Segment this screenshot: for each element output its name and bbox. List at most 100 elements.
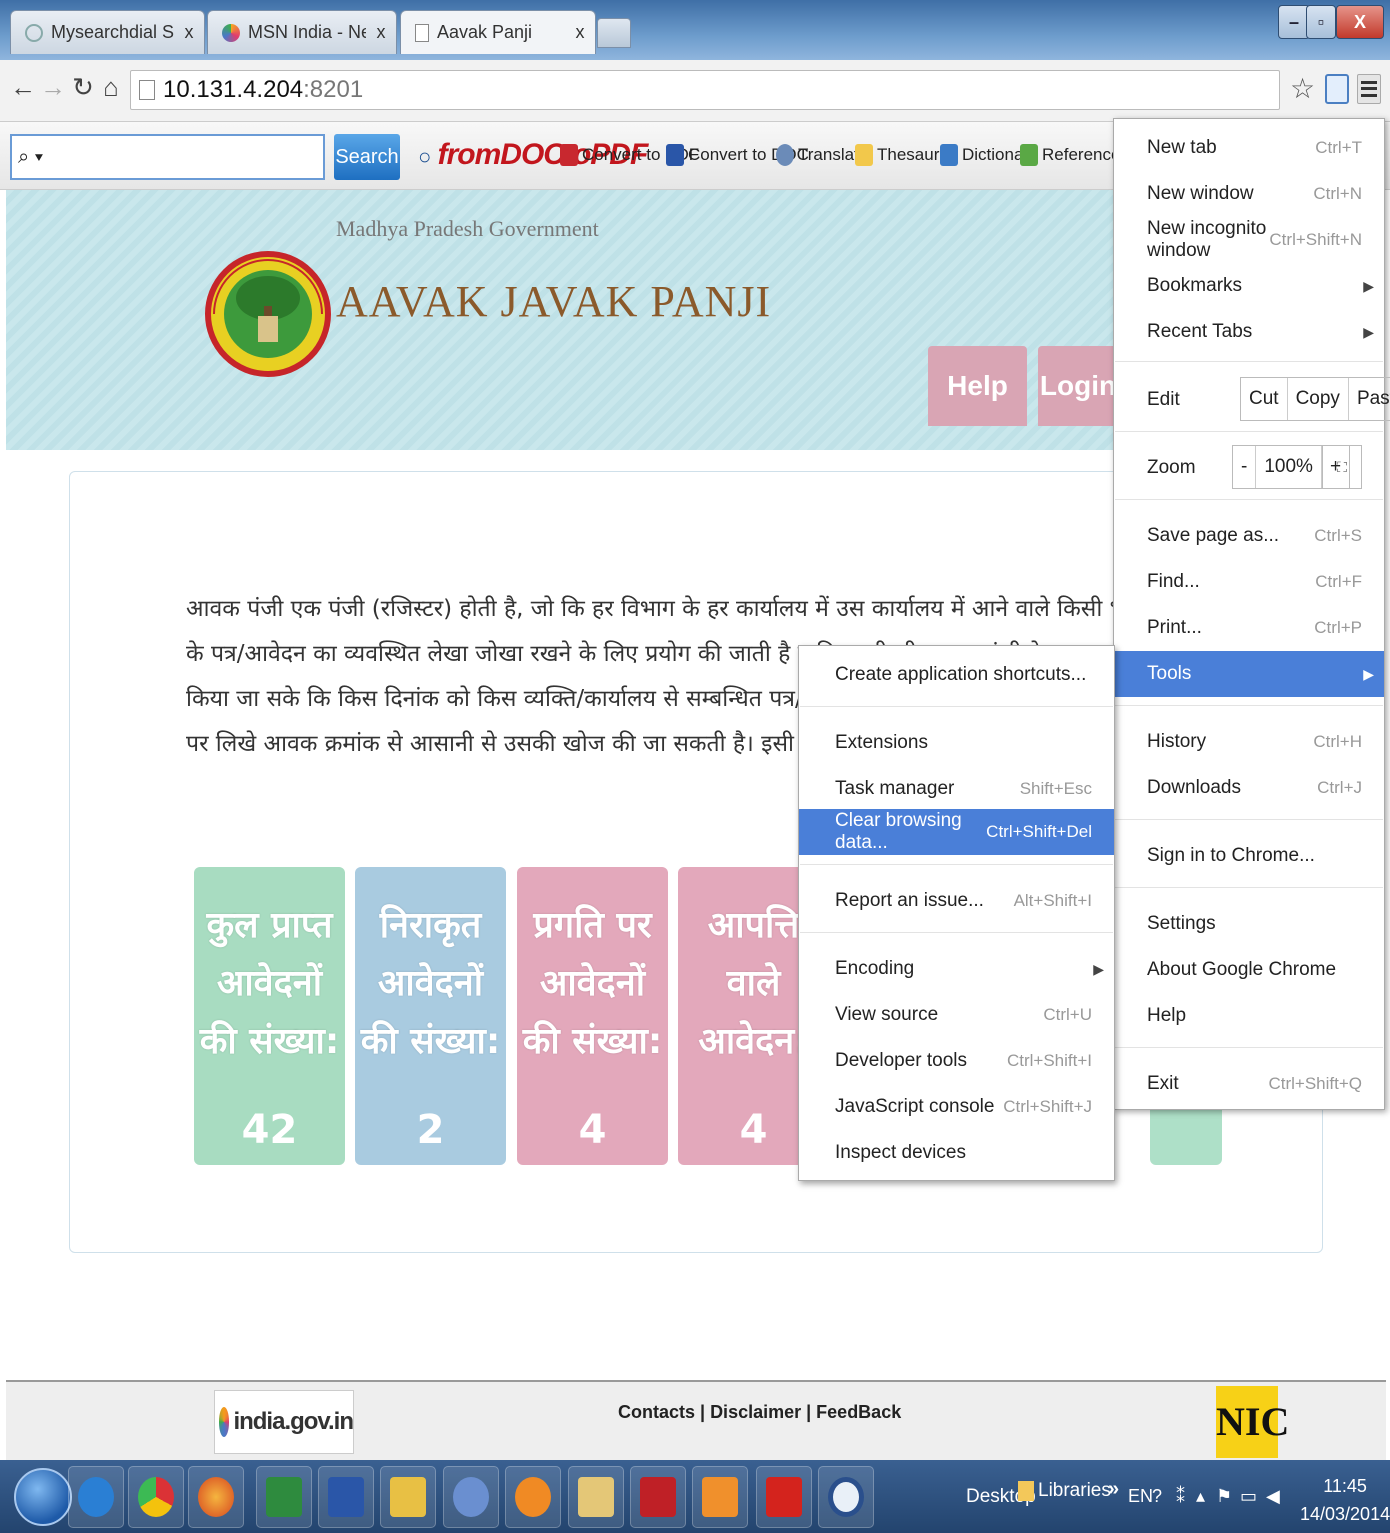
pdf-icon [560, 144, 578, 166]
menu-label: Task manager [835, 778, 955, 799]
menu-shortcut: Ctrl+Shift+Q [1268, 1074, 1362, 1093]
menu-tools[interactable]: Tools ▶ [1114, 651, 1384, 697]
menu-label: View source [835, 1004, 939, 1025]
close-tab-icon[interactable]: x [565, 22, 595, 43]
contacts-link[interactable]: Contacts [618, 1402, 695, 1422]
libraries-label: Libraries [1038, 1480, 1111, 1501]
tab-aavak-panji[interactable]: Aavak Panji x [400, 10, 596, 54]
volume-icon[interactable]: ◀ [1266, 1486, 1280, 1507]
card-label: प्रगति पर आवेदनों की संख्या: [522, 905, 663, 1062]
bookmark-star-icon[interactable]: ☆ [1290, 72, 1315, 105]
menu-encoding[interactable]: Encoding ▶ [799, 946, 1114, 992]
reference-button[interactable]: Reference [1020, 144, 1120, 166]
copy-button[interactable]: Copy [1286, 378, 1348, 420]
cut-button[interactable]: Cut [1241, 378, 1287, 420]
reload-icon[interactable]: ↻ [68, 72, 98, 103]
resolved-applications-card[interactable]: निराकृत आवेदनों की संख्या: 2 [355, 867, 506, 1165]
zoom-out-button[interactable]: - [1233, 446, 1255, 488]
chrome-main-menu: New tab Ctrl+T New window Ctrl+N New incog… [1113, 118, 1390, 1110]
fullscreen-icon[interactable]: ⛶ [1322, 445, 1362, 489]
login-button[interactable]: Login [1038, 346, 1118, 426]
menu-about-chrome[interactable]: About Google Chrome [1114, 947, 1384, 993]
feedback-link[interactable]: FeedBack [816, 1402, 901, 1422]
action-center-flag-icon[interactable]: ⚑ [1216, 1486, 1232, 1507]
menu-recent-tabs[interactable]: Recent Tabs ▶ [1114, 309, 1384, 355]
menu-report-issue[interactable]: Report an issue... Alt+Shift+I [799, 878, 1114, 924]
nic-logo[interactable]: NIC [1216, 1386, 1289, 1458]
menu-new-tab[interactable]: New tab Ctrl+T [1114, 125, 1384, 171]
total-applications-card[interactable]: कुल प्राप्त आवेदनों की संख्या: 42 [194, 867, 345, 1165]
menu-label: Settings [1147, 913, 1216, 934]
menu-extensions[interactable]: Extensions [799, 720, 1114, 766]
language-indicator[interactable]: EN [1128, 1486, 1153, 1507]
search-input[interactable]: ⌕ ▾ [10, 134, 325, 180]
back-arrow-icon[interactable]: ← [8, 72, 38, 103]
new-tab-button[interactable] [597, 18, 631, 48]
help-tray-icon[interactable]: ? [1152, 1486, 1162, 1507]
search-app-icon[interactable] [818, 1466, 874, 1528]
menu-find[interactable]: Find... Ctrl+F [1114, 559, 1384, 605]
tray-icon[interactable]: ⁑ [1176, 1486, 1185, 1507]
tab-msn[interactable]: MSN India - News, Cricket x [207, 10, 397, 54]
start-button[interactable] [14, 1468, 72, 1526]
toolbar-chevron-icon[interactable]: » [1108, 1478, 1119, 1501]
link-separator: | [695, 1402, 711, 1422]
show-hidden-icons-icon[interactable]: ▴ [1196, 1486, 1205, 1507]
app-icon[interactable] [443, 1466, 499, 1528]
acrobat-icon[interactable] [756, 1466, 812, 1528]
internet-explorer-icon[interactable] [68, 1466, 124, 1528]
menu-create-app-shortcuts[interactable]: Create application shortcuts... [799, 652, 1114, 698]
menu-exit[interactable]: Exit Ctrl+Shift+Q [1114, 1061, 1384, 1107]
network-icon[interactable]: ▭ [1240, 1486, 1257, 1507]
home-icon[interactable]: ⌂ [96, 72, 126, 103]
extension-icon[interactable] [1325, 74, 1349, 104]
menu-print[interactable]: Print... Ctrl+P [1114, 605, 1384, 651]
menu-settings[interactable]: Settings [1114, 901, 1384, 947]
close-window-button[interactable]: X [1336, 5, 1384, 39]
menu-help[interactable]: Help [1114, 993, 1384, 1039]
forward-arrow-icon[interactable]: → [38, 72, 68, 103]
maximize-button[interactable]: ▫ [1306, 5, 1336, 39]
menu-sign-in[interactable]: Sign in to Chrome... [1114, 833, 1384, 879]
close-tab-icon[interactable]: x [174, 22, 204, 43]
india-gov-logo[interactable]: india.gov.in [214, 1390, 354, 1454]
firefox-icon[interactable] [188, 1466, 244, 1528]
disclaimer-link[interactable]: Disclaimer [710, 1402, 801, 1422]
search-button[interactable]: Search [334, 134, 400, 180]
tab-mysearchdial[interactable]: Mysearchdial Search x [10, 10, 205, 54]
menu-separator [800, 864, 1113, 865]
libraries-toolbar[interactable]: Libraries [1018, 1480, 1111, 1502]
menu-history[interactable]: History Ctrl+H [1114, 719, 1384, 765]
menu-clear-browsing-data[interactable]: Clear browsing data... Ctrl+Shift+Del [799, 809, 1114, 855]
paste-button[interactable]: Paste [1347, 378, 1390, 420]
menu-separator [1115, 819, 1383, 820]
search-icon [25, 23, 43, 42]
clock[interactable]: 11:45 14/03/2014 [1300, 1472, 1390, 1528]
menu-label: Clear browsing data... [835, 810, 962, 853]
submenu-arrow-icon: ▶ [1363, 277, 1374, 294]
menu-javascript-console[interactable]: JavaScript console Ctrl+Shift+J [799, 1084, 1114, 1130]
media-player-icon[interactable] [692, 1466, 748, 1528]
close-tab-icon[interactable]: x [366, 22, 396, 43]
menu-downloads[interactable]: Downloads Ctrl+J [1114, 765, 1384, 811]
menu-new-incognito-window[interactable]: New incognito window Ctrl+Shift+N [1114, 217, 1384, 263]
chrome-icon[interactable] [128, 1466, 184, 1528]
menu-developer-tools[interactable]: Developer tools Ctrl+Shift+I [799, 1038, 1114, 1084]
file-manager-icon[interactable] [568, 1466, 624, 1528]
app-icon-orange[interactable] [505, 1466, 561, 1528]
in-progress-applications-card[interactable]: प्रगति पर आवेदनों की संख्या: 4 [517, 867, 668, 1165]
chrome-menu-icon[interactable] [1357, 74, 1381, 104]
menu-save-page[interactable]: Save page as... Ctrl+S [1114, 513, 1384, 559]
menu-new-window[interactable]: New window Ctrl+N [1114, 171, 1384, 217]
address-bar[interactable]: 10.131.4.204:8201 [130, 70, 1280, 110]
menu-task-manager[interactable]: Task manager Shift+Esc [799, 766, 1114, 812]
excel-icon[interactable] [256, 1466, 312, 1528]
tools-app-icon[interactable] [380, 1466, 436, 1528]
menu-inspect-devices[interactable]: Inspect devices [799, 1130, 1114, 1176]
filezilla-icon[interactable] [630, 1466, 686, 1528]
menu-view-source[interactable]: View source Ctrl+U [799, 992, 1114, 1038]
word-icon[interactable] [318, 1466, 374, 1528]
help-button[interactable]: Help [928, 346, 1027, 426]
browser-toolbar: ← → ↻ ⌂ 10.131.4.204:8201 ☆ [0, 60, 1390, 122]
menu-bookmarks[interactable]: Bookmarks ▶ [1114, 263, 1384, 309]
